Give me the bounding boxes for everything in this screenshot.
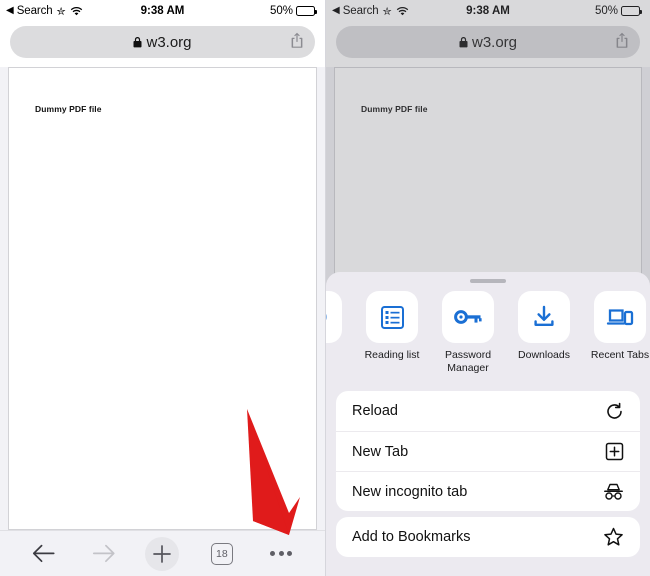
battery-icon [621,6,642,16]
omnibox-container-left: w3.org [0,22,325,67]
battery-percent-label: 50% [269,5,293,17]
shortcut-reading-list[interactable]: Reading list [358,291,426,362]
status-bar-left: ◀ Search ✮ 9:38 AM 50% [0,0,325,22]
more-options-button[interactable] [259,536,303,572]
back-to-search-label[interactable]: Search [17,5,53,17]
wifi-icon [70,6,83,16]
back-to-search-label[interactable]: Search [343,5,379,17]
lock-icon [459,36,468,48]
shortcut-label: Downloads [518,349,570,361]
left-phone-panel: ◀ Search ✮ 9:38 AM 50% w3.org Dummy PDF … [0,0,325,576]
menu-item-label: New Tab [352,443,409,460]
reload-icon [605,402,624,421]
forward-button[interactable] [81,536,125,572]
shortcut-label: Reading list [364,349,420,361]
menu-group-secondary: Add to Bookmarks [336,517,640,558]
status-bar-right-group: 50% [594,5,642,17]
menu-shortcut-row: y Reading list [326,283,650,385]
shortcut-password-manager[interactable]: Password Manager [434,291,502,375]
address-bar-url: w3.org [146,33,192,51]
status-bar-left-group: ◀ Search ✮ [6,5,83,18]
reading-list-icon [380,305,404,329]
incognito-icon [603,482,624,501]
airplane-mode-icon: ✮ [56,5,66,18]
menu-item-reload[interactable]: Reload [336,391,640,431]
new-tab-button[interactable] [140,536,184,572]
pdf-heading: Dummy PDF file [35,104,102,114]
status-bar-right: ◀ Search ✮ 9:38 AM 50% [326,0,650,22]
shortcut-label: y [326,349,350,362]
menu-item-add-to-bookmarks[interactable]: Add to Bookmarks [336,517,640,557]
tab-count-label: 18 [210,542,233,565]
wifi-icon [396,6,409,16]
address-bar[interactable]: w3.org [336,26,640,58]
pdf-document-view[interactable]: Dummy PDF file [8,67,317,530]
status-bar-right-group: 50% [269,5,317,17]
battery-percent-label: 50% [594,5,618,17]
back-to-search-icon[interactable]: ◀ [6,6,14,16]
menu-item-new-incognito-tab[interactable]: New incognito tab [336,471,640,511]
shortcut-recent-tabs[interactable]: Recent Tabs [586,291,650,362]
back-button[interactable] [22,536,66,572]
key-icon [454,310,482,324]
lock-icon [133,36,142,48]
download-icon-tile [518,291,570,343]
new-tab-icon [605,442,624,461]
share-icon[interactable] [290,32,304,53]
tab-switcher-button[interactable]: 18 [200,536,244,572]
shortcut-label: Recent Tabs [590,349,650,361]
star-icon [603,527,624,547]
menu-item-label: Reload [352,403,398,420]
shortcut-history[interactable]: y [326,291,350,362]
comparison-screenshot: ◀ Search ✮ 9:38 AM 50% w3.org Dummy PDF … [0,0,650,576]
pdf-heading: Dummy PDF file [361,104,428,114]
more-options-icon [270,551,293,556]
recent-tabs-icon-tile [594,291,646,343]
history-icon [326,313,327,321]
browser-menu-sheet: y Reading list [326,272,650,576]
shortcut-downloads[interactable]: Downloads [510,291,578,362]
history-icon-tile [326,291,342,343]
battery-icon [296,6,317,16]
status-bar-right-left-group: ◀ Search ✮ [332,5,409,18]
menu-item-new-tab[interactable]: New Tab [336,431,640,471]
browser-bottom-toolbar: 18 [0,530,325,576]
menu-item-label: Add to Bookmarks [352,529,471,546]
menu-group-primary: Reload New Tab New incognito tab [336,391,640,512]
share-icon[interactable] [615,32,629,53]
menu-item-label: New incognito tab [352,483,468,500]
right-phone-panel: ◀ Search ✮ 9:38 AM 50% w3.org Dummy PDF … [325,0,650,576]
shortcut-label: Password Manager [444,349,492,375]
omnibox-container-right: w3.org [326,22,650,67]
recent-tabs-icon [606,309,634,326]
address-bar-url: w3.org [471,33,518,51]
key-icon-tile [442,291,494,343]
back-to-search-icon[interactable]: ◀ [332,6,340,16]
page-content-left: Dummy PDF file [0,67,325,530]
airplane-mode-icon: ✮ [382,5,392,18]
address-bar[interactable]: w3.org [10,26,315,58]
download-icon [534,305,554,326]
reading-list-icon-tile [366,291,418,343]
plus-icon [145,536,180,571]
